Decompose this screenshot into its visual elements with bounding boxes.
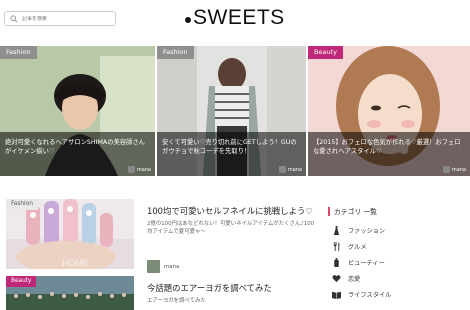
heart-icon <box>331 274 341 284</box>
site-header: SWEETS <box>0 0 470 38</box>
article-excerpt-1: 2億の100円はあなどれない！可愛いネイルアイテムがたくさん♪100均アイテムで… <box>147 221 315 235</box>
category-label: ファッション <box>348 227 386 235</box>
article-thumbnail-2[interactable]: Beauty <box>6 276 134 310</box>
search-box[interactable] <box>4 11 116 26</box>
accent-bar <box>328 206 330 216</box>
featured-articles: Fashion 絶対可愛くなれるヘアサロンSHIMAの美容師さんがイケメン揃い♡… <box>0 46 470 176</box>
author-name: mana <box>287 166 302 173</box>
category-tag[interactable]: Fashion <box>157 46 194 59</box>
category-label: 恋愛 <box>348 276 361 284</box>
logo-dot <box>185 17 191 23</box>
category-item-gourmet[interactable]: グルメ <box>328 238 468 254</box>
category-item-fashion[interactable]: ファッション <box>328 222 468 238</box>
category-item-love[interactable]: 恋愛 <box>328 271 468 287</box>
category-tag[interactable]: Beauty <box>308 46 343 59</box>
book-icon <box>331 290 341 300</box>
article-title-2[interactable]: 今話題のエアーヨガを調べてみた <box>147 282 272 294</box>
search-icon <box>10 14 18 23</box>
category-label: ビューティー <box>348 259 385 267</box>
featured-card-1[interactable]: Fashion 絶対可愛くなれるヘアサロンSHIMAの美容師さんがイケメン揃い♡… <box>0 46 155 176</box>
author-badge[interactable]: mana <box>127 166 151 173</box>
author-badge[interactable]: mana <box>278 166 302 173</box>
dress-icon <box>331 225 341 235</box>
author-name: mana <box>451 166 466 173</box>
bottle-icon <box>331 257 341 267</box>
utensils-icon <box>331 241 341 251</box>
featured-card-2[interactable]: Fashion 安くて可愛い♡売り切れ前にGETしよう！GUのガウチョで秋コーデ… <box>157 46 306 176</box>
category-item-beauty[interactable]: ビューティー <box>328 254 468 270</box>
category-tag[interactable]: Fashion <box>6 199 38 210</box>
avatar <box>442 166 450 173</box>
article-title-1[interactable]: 100均で可愛いセルフネイルに挑戦しよう♡ <box>147 205 313 217</box>
category-tag[interactable]: Fashion <box>0 46 37 59</box>
category-item-lifestyle[interactable]: ライフスタイル <box>328 287 468 303</box>
category-tag[interactable]: Beauty <box>6 276 37 287</box>
category-sidebar: カテゴリ 一覧 ファッション グルメ ビューティー 恋愛 ライフスタイル <box>328 206 468 303</box>
article-thumbnail-1[interactable]: HOME Fashion <box>6 199 134 269</box>
author-name: mana <box>164 263 180 270</box>
svg-text:HOME: HOME <box>62 258 89 268</box>
category-heading-text: カテゴリ 一覧 <box>334 208 377 216</box>
article-author-1[interactable]: mana <box>147 260 179 273</box>
avatar <box>127 166 135 173</box>
category-label: グルメ <box>348 243 367 251</box>
logo-text: SWEETS <box>193 6 285 29</box>
category-heading: カテゴリ 一覧 <box>328 206 468 216</box>
avatar <box>278 166 286 173</box>
article-excerpt-2: エアーヨガを調べてみた <box>147 298 206 304</box>
article-list: HOME Fashion 100均で可愛いセルフネイルに挑戦しよう♡ 2億の10… <box>6 199 321 310</box>
featured-card-3[interactable]: Beauty 【2015】おフェロな色気が作れる♡厳選！おフェロな愛されヘアスタ… <box>308 46 470 176</box>
search-input[interactable] <box>22 15 112 22</box>
category-label: ライフスタイル <box>348 292 392 300</box>
site-logo[interactable]: SWEETS <box>185 6 285 30</box>
author-name: mana <box>136 166 151 173</box>
avatar <box>147 260 160 273</box>
author-badge[interactable]: mana <box>442 166 466 173</box>
